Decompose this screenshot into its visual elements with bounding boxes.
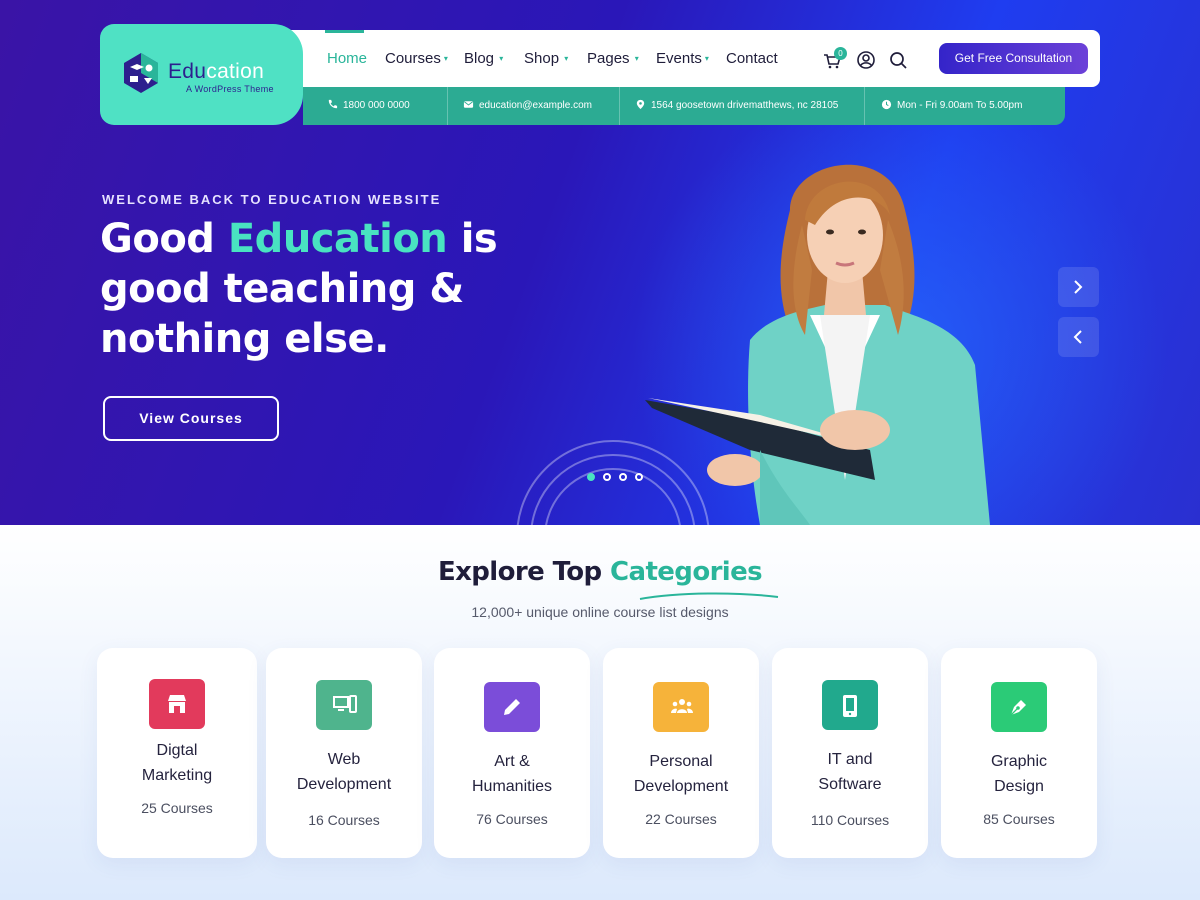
chevron-right-icon [1074, 280, 1083, 294]
get-consultation-button[interactable]: Get Free Consultation [939, 43, 1088, 74]
people-icon [653, 682, 709, 732]
category-card-art-humanities[interactable]: Art & Humanities 76 Courses [434, 648, 590, 858]
nav-label: Events [656, 50, 702, 67]
location-pin-icon [636, 99, 645, 110]
category-card-web-development[interactable]: Web Development 16 Courses [266, 648, 422, 858]
category-card-personal-development[interactable]: Personal Development 22 Courses [603, 648, 759, 858]
categories-title: Explore Top Categories [0, 557, 1200, 587]
nav-label: Pages [587, 50, 630, 67]
info-phone[interactable]: 1800 000 0000 [327, 99, 410, 111]
info-hours: Mon - Fri 9.00am To 5.00pm [881, 99, 1022, 111]
category-name: Graphic Design [990, 753, 1048, 795]
nav-item-pages[interactable]: Pages ▾ [587, 50, 639, 67]
category-name: IT and Software [818, 751, 882, 793]
phone-icon [328, 99, 338, 109]
pencil-icon [484, 682, 540, 732]
logo-wordmark-part2: cation [206, 60, 265, 83]
nav-item-events[interactable]: Events ▾ [656, 50, 709, 67]
nav-label: Courses [385, 50, 441, 67]
nav-label: Shop [524, 50, 560, 67]
logo-icon [124, 53, 158, 93]
category-card-it-software[interactable]: IT and Software 110 Courses [772, 648, 928, 858]
logo-wordmark: Education [168, 60, 264, 84]
contact-info-bar: 1800 000 0000 education@example.com 1564… [303, 87, 1065, 125]
category-count: 22 Courses [645, 811, 717, 827]
category-count: 110 Courses [810, 812, 890, 828]
category-name: Web Development [296, 751, 392, 793]
clock-icon [881, 99, 892, 110]
chevron-left-icon [1073, 330, 1082, 344]
category-count: 25 Courses [141, 800, 213, 816]
tablet-icon [822, 680, 878, 730]
hero-woman-image [645, 164, 990, 525]
chevron-down-icon: ▾ [632, 54, 639, 63]
view-courses-button[interactable]: View Courses [103, 396, 279, 441]
divider [619, 87, 620, 125]
category-name: Personal Development [633, 753, 729, 795]
pen-nib-icon [991, 682, 1047, 732]
slider-dot-1[interactable] [587, 473, 595, 481]
slider-dot-4[interactable] [635, 473, 643, 481]
info-address: 1564 goosetown drivematthews, nc 28105 [635, 99, 838, 111]
slider-dot-3[interactable] [619, 473, 627, 481]
headline-part1: Good [100, 216, 228, 262]
category-name: Art & Humanities [471, 753, 553, 795]
nav-item-home[interactable]: Home [327, 50, 367, 67]
chevron-down-icon: ▾ [497, 54, 504, 63]
nav-item-blog[interactable]: Blog ▾ [464, 50, 503, 67]
category-count: 16 Courses [308, 812, 380, 828]
logo-wordmark-part1: Edu [168, 60, 207, 83]
nav-label: Home [327, 50, 368, 67]
slider-next-button[interactable] [1058, 267, 1099, 307]
chevron-down-icon: ▾ [562, 54, 569, 63]
nav-item-courses[interactable]: Courses ▾ [385, 50, 448, 67]
category-count: 76 Courses [476, 811, 548, 827]
nav-item-contact[interactable]: Contact [726, 50, 778, 67]
address-text: 1564 goosetown drivematthews, nc 28105 [651, 100, 839, 111]
email-text: education@example.com [479, 100, 592, 111]
category-name: Digtal Marketing [141, 742, 213, 784]
title-underline-decoration [639, 592, 779, 600]
categories-title-highlight: Categories [610, 557, 763, 587]
user-icon[interactable] [856, 50, 876, 70]
hero-kicker: WELCOME BACK TO EDUCATION WEBSITE [102, 192, 442, 207]
category-card-graphic-design[interactable]: Graphic Design 85 Courses [941, 648, 1097, 858]
categories-section: Explore Top Categories 12,000+ unique on… [0, 525, 1200, 900]
chevron-down-icon: ▾ [704, 54, 709, 63]
nav-label: Contact [726, 50, 778, 67]
store-icon [149, 679, 205, 729]
slider-prev-button[interactable] [1058, 317, 1099, 357]
phone-text: 1800 000 0000 [343, 100, 410, 111]
site-logo[interactable]: Education A WordPress Theme [100, 24, 303, 125]
divider [447, 87, 448, 125]
headline-highlight: Education [227, 216, 448, 262]
slider-dot-2[interactable] [603, 473, 611, 481]
categories-subtitle: 12,000+ unique online course list design… [471, 604, 729, 620]
category-card-digital-marketing[interactable]: Digtal Marketing 25 Courses [97, 648, 257, 858]
nav-item-shop[interactable]: Shop ▾ [524, 50, 568, 67]
cart-count-badge: 0 [834, 47, 847, 60]
chevron-down-icon: ▾ [443, 54, 448, 63]
nav-label: Blog [464, 50, 495, 67]
category-count: 85 Courses [983, 811, 1055, 827]
nav-active-indicator [325, 30, 364, 33]
divider [864, 87, 865, 125]
categories-title-part1: Explore Top [437, 557, 611, 587]
hero-headline: Good Education is good teaching & nothin… [100, 214, 560, 364]
search-icon[interactable] [888, 50, 908, 70]
info-email[interactable]: education@example.com [463, 99, 592, 111]
mail-icon [463, 101, 474, 108]
hours-text: Mon - Fri 9.00am To 5.00pm [897, 100, 1023, 111]
logo-tagline: A WordPress Theme [186, 84, 274, 94]
computer-icon [316, 680, 372, 730]
